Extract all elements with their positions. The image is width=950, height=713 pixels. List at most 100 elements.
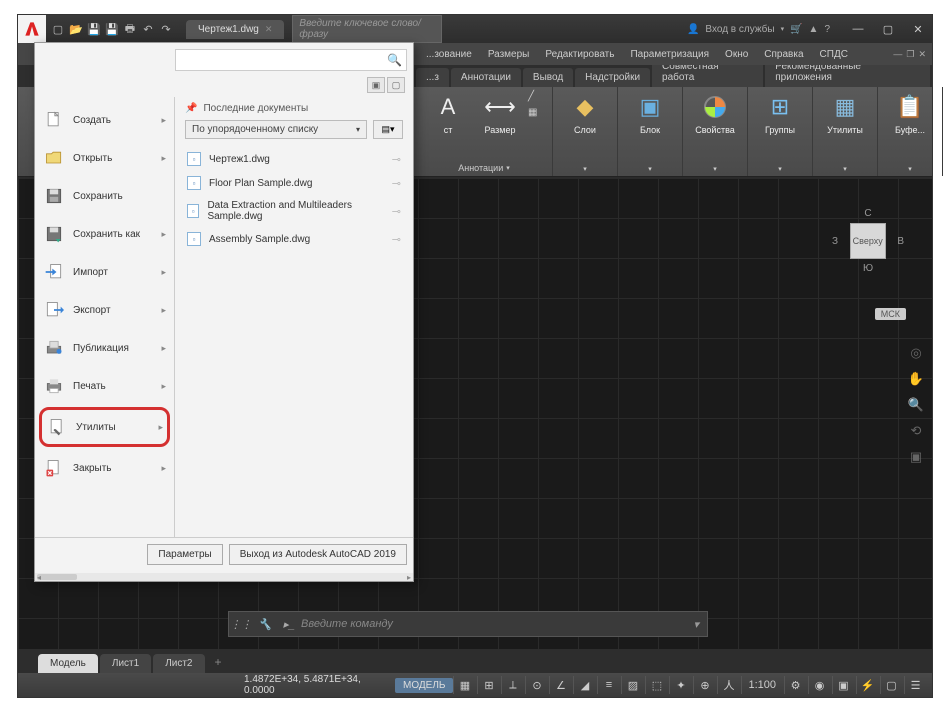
menu-item[interactable]: Размеры xyxy=(480,46,538,63)
close-button[interactable]: ✕ xyxy=(904,17,932,41)
menu-item[interactable]: Параметризация xyxy=(622,46,717,63)
app-icon[interactable]: ▲ xyxy=(809,24,819,35)
scroll-left-icon[interactable]: ◂ xyxy=(37,573,41,582)
sort-dropdown[interactable]: По упорядоченному списку▾ xyxy=(185,120,367,139)
grid-toggle-icon[interactable]: ▦ xyxy=(453,676,475,694)
keyword-search[interactable]: Введите ключевое слово/фразу xyxy=(292,15,442,43)
model-space-button[interactable]: МОДЕЛЬ xyxy=(395,678,453,693)
appmenu-import[interactable]: Импорт▸ xyxy=(35,253,174,291)
scrollbar-thumb[interactable] xyxy=(37,574,77,580)
menu-item[interactable]: Редактировать xyxy=(537,46,622,63)
app-logo[interactable] xyxy=(18,15,46,43)
selection-icon[interactable]: ⬚ xyxy=(645,676,667,694)
layout-tab[interactable]: Лист1 xyxy=(100,654,151,673)
new-icon[interactable]: ▢ xyxy=(50,21,66,37)
hardware-accel-icon[interactable]: ⚡ xyxy=(856,676,878,694)
appmenu-publish[interactable]: Публикация▸ xyxy=(35,329,174,367)
user-icon[interactable]: 👤 xyxy=(687,24,699,35)
properties-button[interactable]: Свойства xyxy=(691,91,739,135)
appmenu-export[interactable]: Экспорт▸ xyxy=(35,291,174,329)
appmenu-new[interactable]: Создать▸ xyxy=(35,101,174,139)
viewcube-top[interactable]: Сверху xyxy=(850,223,886,259)
viewcube-east[interactable]: В xyxy=(897,236,904,247)
appmenu-search[interactable]: 🔍 xyxy=(175,49,407,71)
dimension-button[interactable]: ⟷Размер xyxy=(476,91,524,135)
appmenu-scrollbar[interactable]: ◂ ▸ xyxy=(35,573,413,581)
exit-button[interactable]: Выход из Autodesk AutoCAD 2019 xyxy=(229,544,407,565)
add-layout-button[interactable]: + xyxy=(207,651,230,673)
layout-tab[interactable]: Лист2 xyxy=(153,654,204,673)
orbit-icon[interactable]: ⟲ xyxy=(906,421,926,441)
layers-button[interactable]: ◆Слои xyxy=(561,91,609,135)
table-icon[interactable]: ▦ xyxy=(528,107,544,121)
scale-label[interactable]: 1:100 xyxy=(741,676,782,694)
pin-toggle-icon[interactable]: ⊸ xyxy=(392,205,401,218)
appmenu-print[interactable]: Печать▸ xyxy=(35,367,174,405)
pin-toggle-icon[interactable]: ⊸ xyxy=(392,153,401,166)
ortho-toggle-icon[interactable]: ⟂ xyxy=(501,676,523,694)
appmenu-save[interactable]: Сохранить xyxy=(35,177,174,215)
plot-icon[interactable]: 🖶 xyxy=(122,21,138,37)
isolate-icon[interactable]: ▣ xyxy=(832,676,854,694)
document-tab[interactable]: Чертеж1.dwg ✕ xyxy=(186,20,284,39)
block-button[interactable]: ▣Блок xyxy=(626,91,674,135)
customize-icon[interactable]: ☰ xyxy=(904,676,926,694)
viewcube[interactable]: С З Сверху В Ю xyxy=(832,208,904,298)
clean-screen-icon[interactable]: ▢ xyxy=(880,676,902,694)
ribbon-tab[interactable]: Аннотации xyxy=(451,68,521,87)
scroll-right-icon[interactable]: ▸ xyxy=(407,573,411,582)
recent-doc[interactable]: ▫Чертеж1.dwg⊸ xyxy=(185,147,403,171)
text-button[interactable]: Aст xyxy=(424,91,472,135)
appmenu-saveas[interactable]: Сохранить как▸ xyxy=(35,215,174,253)
doc-restore-button[interactable]: ❐ xyxy=(906,49,914,60)
menu-item[interactable]: СПДС xyxy=(812,46,856,63)
ribbon-tab[interactable]: Надстройки xyxy=(575,68,650,87)
save-icon[interactable]: 💾 xyxy=(86,21,102,37)
panel-label[interactable]: Аннотации▾ xyxy=(458,162,510,174)
cmdline-customize-icon[interactable]: 🔧 xyxy=(253,618,277,631)
open-docs-icon[interactable]: ▢ xyxy=(387,77,405,93)
recent-doc[interactable]: ▫Data Extraction and Multileaders Sample… xyxy=(185,195,403,227)
cmdline-dropdown-icon[interactable]: ▾ xyxy=(685,618,707,631)
clipboard-button[interactable]: 📋Буфе... xyxy=(886,91,934,135)
pin-toggle-icon[interactable]: ⊸ xyxy=(392,177,401,190)
steering-wheel-icon[interactable]: ◎ xyxy=(906,343,926,363)
viewcube-south[interactable]: Ю xyxy=(832,263,904,274)
pin-toggle-icon[interactable]: ⊸ xyxy=(392,233,401,246)
doc-minimize-button[interactable]: — xyxy=(893,49,902,59)
appmenu-close[interactable]: Закрыть▸ xyxy=(35,449,174,487)
command-line[interactable]: ⋮⋮ 🔧 ▸_ Введите команду ▾ xyxy=(228,611,708,637)
redo-icon[interactable]: ↷ xyxy=(158,21,174,37)
layout-tab-model[interactable]: Модель xyxy=(38,654,98,673)
recent-doc[interactable]: ▫Floor Plan Sample.dwg⊸ xyxy=(185,171,403,195)
snap-toggle-icon[interactable]: ⊞ xyxy=(477,676,499,694)
dynamic-input-icon[interactable]: ⊕ xyxy=(693,676,715,694)
leader-icon[interactable]: ╱ xyxy=(528,91,544,105)
exchange-icon[interactable]: 🛒 xyxy=(790,24,802,35)
viewcube-north[interactable]: С xyxy=(832,208,904,219)
lineweight-icon[interactable]: ≡ xyxy=(597,676,619,694)
appmenu-utilities[interactable]: Утилиты▸ xyxy=(39,407,170,447)
osnap-toggle-icon[interactable]: ∠ xyxy=(549,676,571,694)
viewcube-west[interactable]: З xyxy=(832,236,838,247)
otrack-toggle-icon[interactable]: ◢ xyxy=(573,676,595,694)
view-mode-button[interactable]: ▤▾ xyxy=(373,120,403,139)
maximize-button[interactable]: ▢ xyxy=(874,17,902,41)
polar-toggle-icon[interactable]: ⊙ xyxy=(525,676,547,694)
undo-icon[interactable]: ↶ xyxy=(140,21,156,37)
menu-item[interactable]: Справка xyxy=(756,46,811,63)
pan-icon[interactable]: ✋ xyxy=(906,369,926,389)
recent-docs-icon[interactable]: ▣ xyxy=(367,77,385,93)
minimize-button[interactable]: — xyxy=(844,17,872,41)
utilities-button[interactable]: ▦Утилиты xyxy=(821,91,869,135)
annotation-scale-icon[interactable]: 人 xyxy=(717,676,739,694)
annotation-monitor-icon[interactable]: ◉ xyxy=(808,676,830,694)
ribbon-tab[interactable]: Вывод xyxy=(523,68,573,87)
ribbon-tab[interactable]: ...з xyxy=(416,68,449,87)
close-tab-icon[interactable]: ✕ xyxy=(265,24,273,35)
options-button[interactable]: Параметры xyxy=(147,544,222,565)
menu-item[interactable]: ...зование xyxy=(418,46,480,63)
appmenu-open[interactable]: Открыть▸ xyxy=(35,139,174,177)
showmotion-icon[interactable]: ▣ xyxy=(906,447,926,467)
wcs-badge[interactable]: МСК xyxy=(875,308,906,320)
